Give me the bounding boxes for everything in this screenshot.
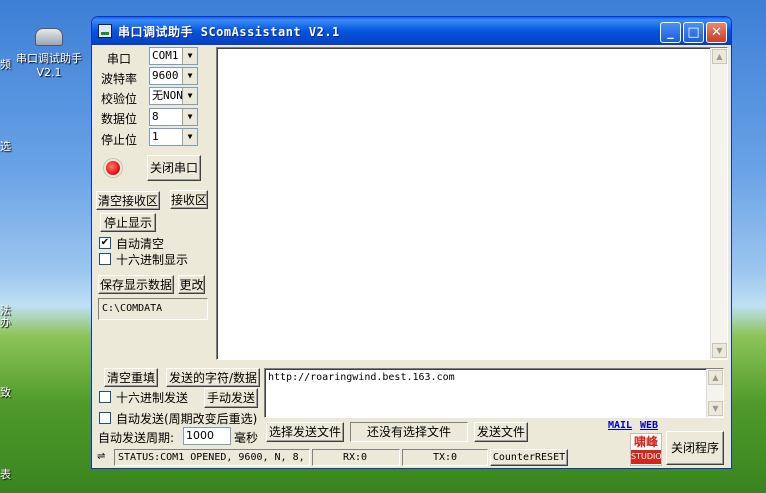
mail-link[interactable]: MAIL	[608, 420, 632, 431]
scroll-up-icon[interactable]: ▲	[708, 370, 723, 385]
baud-select[interactable]: 9600 ▼	[149, 67, 198, 85]
auto-send-label: 自动发送(周期改变后重选)	[116, 412, 258, 426]
minimize-button[interactable]: _	[660, 22, 681, 43]
baud-value: 9600	[152, 69, 179, 82]
hex-send-label: 十六进制发送	[116, 391, 189, 405]
desktop-fragment: 表	[0, 468, 11, 481]
chevron-down-icon[interactable]: ▼	[182, 48, 197, 64]
receive-area-label: 接收区	[170, 190, 208, 209]
manual-send-button[interactable]: 手动发送	[204, 388, 258, 408]
receive-scrollbar[interactable]: ▲ ▼	[710, 48, 727, 359]
chevron-down-icon[interactable]: ▼	[182, 68, 197, 84]
logo-line2: STUDIO	[631, 450, 662, 464]
change-path-button[interactable]: 更改	[178, 275, 205, 294]
clear-resend-button[interactable]: 清空重填	[104, 368, 158, 387]
status-text: STATUS:COM1 OPENED, 9600, N, 8, 1	[114, 449, 310, 466]
auto-send-checkbox[interactable]	[99, 412, 111, 424]
scroll-down-icon[interactable]: ▼	[708, 401, 723, 416]
rx-counter: RX:0	[312, 449, 400, 466]
send-scrollbar[interactable]: ▲ ▼	[706, 369, 723, 417]
title-bar[interactable]: 串口调试助手 SComAssistant V2.1 _ □ ✕	[92, 17, 731, 45]
desktop-fragment: 办	[0, 316, 11, 329]
tx-counter: TX:0	[402, 449, 488, 466]
scroll-down-icon[interactable]: ▼	[712, 343, 727, 358]
send-area-label: 发送的字符/数据	[166, 368, 260, 387]
exit-program-button[interactable]: 关闭程序	[666, 431, 724, 465]
stopbits-select[interactable]: 1 ▼	[149, 128, 198, 146]
port-value: COM1	[152, 49, 179, 62]
send-text: http://roaringwind.best.163.com	[268, 372, 455, 383]
app-window: 串口调试助手 SComAssistant V2.1 _ □ ✕ 串口 COM1 ▼…	[91, 16, 732, 469]
chevron-down-icon[interactable]: ▼	[182, 88, 197, 104]
receive-area[interactable]: ▲ ▼	[216, 47, 728, 360]
window-title: 串口调试助手 SComAssistant V2.1	[118, 25, 340, 39]
selected-file-display: 还没有选择文件	[350, 422, 468, 442]
desktop-fragment: 选	[0, 140, 11, 153]
hex-display-label: 十六进制显示	[116, 253, 189, 267]
connector-icon: ⇌	[97, 451, 106, 462]
databits-label: 数据位	[101, 112, 138, 126]
app-icon	[98, 24, 112, 38]
maximize-button[interactable]: □	[683, 22, 704, 43]
close-port-button[interactable]: 关闭串口	[147, 155, 201, 181]
close-button[interactable]: ✕	[706, 22, 727, 43]
send-file-button[interactable]: 发送文件	[474, 422, 528, 442]
databits-value: 8	[152, 110, 159, 123]
hex-send-checkbox[interactable]	[99, 391, 111, 403]
web-link[interactable]: WEB	[640, 420, 658, 431]
logo-line1: 啸峰	[633, 435, 658, 449]
stopbits-value: 1	[152, 130, 159, 143]
stopbits-label: 停止位	[101, 133, 138, 147]
serial-port-icon	[35, 28, 63, 46]
desktop-icon-serial-assistant[interactable]: 串口调试助手 V2.1	[14, 28, 84, 79]
scroll-up-icon[interactable]: ▲	[712, 49, 727, 64]
period-unit: 毫秒	[234, 431, 259, 445]
port-label: 串口	[107, 52, 132, 66]
desktop-icon-label: 串口调试助手	[16, 52, 82, 65]
parity-label: 校验位	[101, 92, 138, 106]
desktop-fragment: 致	[0, 386, 11, 399]
period-input[interactable]: 1000	[183, 427, 231, 445]
baud-label: 波特率	[101, 72, 138, 86]
stop-display-button[interactable]: 停止显示	[100, 213, 156, 232]
parity-select[interactable]: 无NONE ▼	[149, 87, 198, 105]
save-data-button[interactable]: 保存显示数据	[98, 275, 174, 294]
hex-display-checkbox[interactable]	[99, 253, 111, 265]
port-select[interactable]: COM1 ▼	[149, 47, 198, 65]
send-text-area[interactable]: http://roaringwind.best.163.com ▲ ▼	[264, 368, 724, 418]
databits-select[interactable]: 8 ▼	[149, 108, 198, 126]
desktop-fragment: 频	[0, 58, 11, 71]
select-file-button[interactable]: 选择发送文件	[266, 422, 344, 442]
studio-logo: 啸峰 STUDIO	[630, 433, 662, 466]
port-status-indicator	[106, 161, 120, 175]
chevron-down-icon[interactable]: ▼	[182, 109, 197, 125]
clear-receive-button[interactable]: 清空接收区	[96, 191, 160, 210]
auto-clear-checkbox[interactable]: ✔	[99, 237, 111, 249]
period-label: 自动发送周期:	[98, 431, 175, 445]
save-path-field: C:\COMDATA	[98, 298, 208, 320]
auto-clear-label: 自动清空	[116, 237, 165, 251]
counter-reset-button[interactable]: CounterRESET	[490, 449, 568, 466]
chevron-down-icon[interactable]: ▼	[182, 129, 197, 145]
desktop-icon-version: V2.1	[36, 66, 62, 79]
